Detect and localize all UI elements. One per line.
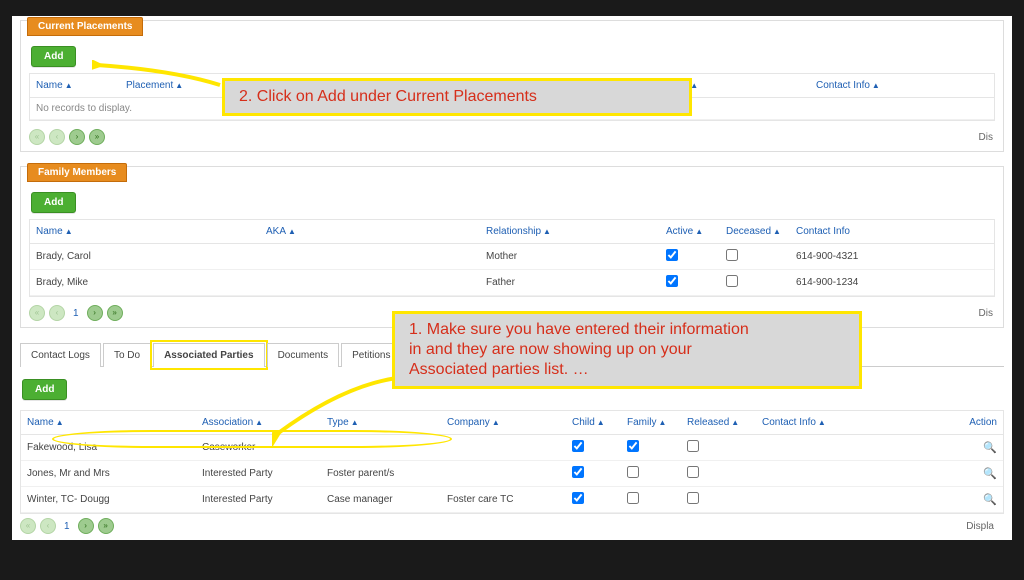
placements-pager: « ‹ › » Dis — [21, 125, 1003, 151]
tab-contact-logs[interactable]: Contact Logs — [20, 343, 101, 367]
col-name[interactable]: Name▲ — [21, 411, 196, 435]
pager-prev-icon[interactable]: ‹ — [49, 129, 65, 145]
col-contact[interactable]: Contact Info▲ — [756, 411, 896, 435]
child-checkbox[interactable] — [572, 440, 584, 452]
pager-prev-icon[interactable]: ‹ — [40, 518, 56, 534]
deceased-checkbox[interactable] — [726, 249, 738, 261]
page-number: 1 — [73, 308, 79, 319]
tab-associated-parties[interactable]: Associated Parties — [153, 343, 265, 367]
table-row[interactable]: Jones, Mr and MrsInterested PartyFoster … — [21, 461, 1003, 487]
table-row[interactable]: Winter, TC- DouggInterested PartyCase ma… — [21, 487, 1003, 513]
sort-asc-icon: ▲ — [597, 418, 605, 427]
col-child[interactable]: Child▲ — [566, 411, 621, 435]
sort-asc-icon: ▲ — [695, 227, 703, 236]
assoc-content: Add Name▲ Association▲ Type▲ Company▲ Ch… — [20, 377, 1004, 540]
pager-next-icon[interactable]: › — [78, 518, 94, 534]
sort-asc-icon: ▲ — [65, 81, 73, 90]
released-checkbox[interactable] — [687, 466, 699, 478]
col-name[interactable]: Name▲ — [30, 220, 260, 244]
table-row[interactable]: Brady, CarolMother614-900-4321 — [30, 244, 994, 270]
family-grid: Name▲ AKA▲ Relationship▲ Active▲ Decease… — [29, 219, 995, 297]
pager-prev-icon[interactable]: ‹ — [49, 305, 65, 321]
panel-title-family: Family Members — [27, 163, 127, 182]
tab-documents[interactable]: Documents — [267, 343, 340, 367]
col-contact[interactable]: Contact Info — [790, 220, 994, 244]
pager-last-icon[interactable]: » — [89, 129, 105, 145]
col-released[interactable]: Released▲ — [681, 411, 756, 435]
col-company[interactable]: Company▲ — [441, 411, 566, 435]
add-assoc-button[interactable]: Add — [22, 379, 67, 400]
col-active[interactable]: Active▲ — [660, 220, 720, 244]
col-deceased[interactable]: Deceased▲ — [720, 220, 790, 244]
col-action[interactable]: Action — [896, 411, 1003, 435]
released-checkbox[interactable] — [687, 492, 699, 504]
assoc-grid: Name▲ Association▲ Type▲ Company▲ Child▲… — [20, 410, 1004, 514]
pager-last-icon[interactable]: » — [107, 305, 123, 321]
magnify-icon[interactable]: 🔍 — [983, 494, 997, 506]
page-number: 1 — [64, 521, 70, 532]
sort-asc-icon: ▲ — [56, 418, 64, 427]
child-checkbox[interactable] — [572, 466, 584, 478]
annotation-step-1: 1. Make sure you have entered their info… — [392, 311, 862, 389]
col-family[interactable]: Family▲ — [621, 411, 681, 435]
pager-display-label: Dis — [979, 132, 995, 143]
assoc-pager: « ‹ 1 › » Displa — [20, 514, 1004, 540]
active-checkbox[interactable] — [666, 275, 678, 287]
pager-display-label: Dis — [979, 308, 995, 319]
sort-asc-icon: ▲ — [288, 227, 296, 236]
add-placement-button[interactable]: Add — [31, 46, 76, 67]
col-contact[interactable]: Contact Info▲ — [810, 74, 994, 98]
panel-title-placements: Current Placements — [27, 17, 143, 36]
arrow-to-add-button — [92, 60, 222, 90]
sort-asc-icon: ▲ — [255, 418, 263, 427]
pager-next-icon[interactable]: › — [87, 305, 103, 321]
sort-asc-icon: ▲ — [492, 418, 500, 427]
col-aka[interactable]: AKA▲ — [260, 220, 480, 244]
tab-to-do[interactable]: To Do — [103, 343, 151, 367]
sort-asc-icon: ▲ — [818, 418, 826, 427]
panel-family-members: Family Members Add Name▲ AKA▲ Relationsh… — [20, 166, 1004, 328]
magnify-icon[interactable]: 🔍 — [983, 468, 997, 480]
sort-asc-icon: ▲ — [731, 418, 739, 427]
pager-last-icon[interactable]: » — [98, 518, 114, 534]
child-checkbox[interactable] — [572, 492, 584, 504]
app-frame: Current Placements Add Name▲ Placement▲ … — [12, 16, 1012, 540]
magnify-icon[interactable]: 🔍 — [983, 442, 997, 454]
pager-first-icon[interactable]: « — [29, 129, 45, 145]
sort-asc-icon: ▲ — [658, 418, 666, 427]
active-checkbox[interactable] — [666, 249, 678, 261]
deceased-checkbox[interactable] — [726, 275, 738, 287]
sort-asc-icon: ▲ — [773, 227, 781, 236]
pager-display-label: Displa — [966, 521, 996, 532]
table-row[interactable]: Brady, MikeFather614-900-1234 — [30, 270, 994, 296]
annotation-step-2: 2. Click on Add under Current Placements — [222, 78, 692, 116]
family-checkbox[interactable] — [627, 466, 639, 478]
family-checkbox[interactable] — [627, 492, 639, 504]
pager-first-icon[interactable]: « — [20, 518, 36, 534]
released-checkbox[interactable] — [687, 440, 699, 452]
family-checkbox[interactable] — [627, 440, 639, 452]
sort-asc-icon: ▲ — [872, 81, 880, 90]
sort-asc-icon: ▲ — [543, 227, 551, 236]
table-row[interactable]: Fakewood, LisaCaseworker🔍 — [21, 435, 1003, 461]
pager-next-icon[interactable]: › — [69, 129, 85, 145]
col-relationship[interactable]: Relationship▲ — [480, 220, 660, 244]
sort-asc-icon: ▲ — [65, 227, 73, 236]
pager-first-icon[interactable]: « — [29, 305, 45, 321]
add-family-button[interactable]: Add — [31, 192, 76, 213]
arrow-to-assoc-row — [272, 376, 402, 446]
